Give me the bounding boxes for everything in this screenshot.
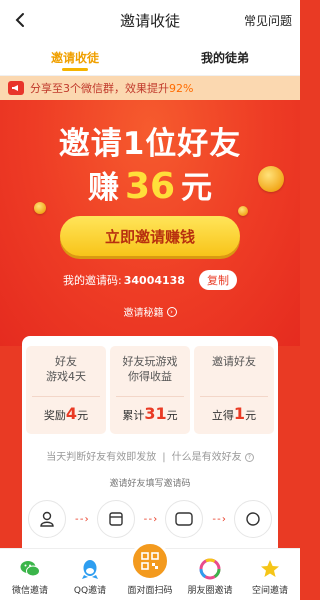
copy-button[interactable]: 复制	[198, 270, 237, 290]
steps-title: 邀请好友填写邀请码	[109, 479, 191, 489]
rules-row: 当天判断好友有效即发放 | 什么是有效好友 ?	[22, 448, 278, 463]
chat-icon	[165, 500, 204, 538]
reward-value: 累计31元	[110, 404, 190, 423]
valid-friend-link[interactable]: 什么是有效好友	[172, 452, 242, 463]
reward-amount: 31	[144, 404, 167, 423]
invite-code-label: 我的邀请码:	[63, 274, 122, 287]
notice-prefix: 分享至3个微信群，效果提升	[30, 82, 169, 95]
app-icon	[96, 500, 135, 538]
reward-prefix: 立得	[211, 409, 234, 422]
share-label: 面对面扫码	[127, 586, 173, 596]
share-label: 微信邀请	[11, 586, 48, 596]
chevron-right-icon: ›	[166, 306, 177, 317]
share-moments[interactable]: 朋友圈邀请	[180, 558, 240, 596]
share-label: QQ邀请	[73, 586, 107, 596]
reward-amount: 4	[65, 404, 78, 423]
rule-text: 当天判断好友有效即发放	[46, 452, 157, 463]
notice-percent: 92%	[169, 82, 194, 95]
rewards-panel: 好友 游戏4天 奖励4元 好友玩游戏 你得收益 累计31元 邀请好友 立得1元 …	[22, 336, 278, 550]
reward-card: 好友玩游戏 你得收益 累计31元	[110, 346, 190, 434]
arrow-right-icon: - - ›	[212, 513, 226, 525]
share-qr-scan[interactable]: 面对面扫码	[120, 541, 180, 596]
share-label: 朋友圈邀请	[187, 586, 233, 596]
invite-code-value: 34004138	[123, 273, 185, 287]
earn-amount: 36	[124, 166, 176, 207]
invite-tips-link[interactable]: 邀请秘籍 ›	[0, 304, 300, 319]
wechat-icon	[19, 558, 41, 580]
tab-invite[interactable]: 邀请收徒	[0, 40, 150, 75]
invite-code-row: 我的邀请码: 34004138 复制	[0, 270, 300, 290]
hero-banner: 分享至3个微信群，效果提升92% 邀请1位好友 赚 36 元 立即邀请赚钱 我的邀请…	[0, 76, 300, 346]
circle-icon	[233, 500, 272, 538]
reward-card: 邀请好友 立得1元	[194, 346, 274, 434]
separator: |	[162, 452, 166, 463]
reward-desc: 邀请好友	[212, 355, 256, 368]
question-icon[interactable]: ?	[244, 453, 254, 462]
invite-steps: - - › - - › - - ›	[28, 500, 272, 538]
faq-link[interactable]: 常见问题	[244, 12, 292, 29]
earn-suffix: 元	[181, 170, 213, 206]
divider	[116, 396, 184, 397]
reward-desc: 好友玩游戏 你得收益	[122, 355, 178, 383]
share-bar: 微信邀请 QQ邀请 面对面扫码 朋友圈邀请 空间邀请	[0, 541, 300, 600]
arrow-right-icon: - - ›	[75, 513, 89, 525]
share-wechat[interactable]: 微信邀请	[0, 558, 60, 596]
reward-desc: 好友 游戏4天	[46, 355, 86, 383]
tab-bar: 邀请收徒 我的徒弟	[0, 40, 300, 76]
qq-icon	[79, 558, 101, 580]
reward-prefix: 奖励	[43, 409, 66, 422]
invite-now-button[interactable]: 立即邀请赚钱	[60, 216, 240, 256]
hero-earn-line: 赚 36 元	[0, 162, 300, 207]
reward-unit: 元	[245, 409, 257, 422]
tab-my-apprentices[interactable]: 我的徒弟	[150, 40, 300, 75]
back-button[interactable]	[6, 6, 34, 34]
reward-amount: 1	[233, 404, 246, 423]
qr-scan-icon	[130, 541, 170, 581]
reward-card: 好友 游戏4天 奖励4元	[26, 346, 106, 434]
earn-prefix: 赚	[87, 170, 119, 206]
moments-icon	[199, 558, 221, 580]
reward-value: 立得1元	[194, 404, 274, 423]
reward-unit: 元	[77, 409, 89, 422]
hero-headline: 邀请1位好友	[58, 126, 242, 162]
notice-bar: 分享至3个微信群，效果提升92%	[0, 76, 300, 100]
qzone-star-icon	[259, 558, 281, 580]
arrow-right-icon: - - ›	[143, 513, 158, 525]
top-header: 邀请收徒 常见问题	[0, 0, 300, 40]
reward-value: 奖励4元	[26, 404, 106, 423]
divider	[200, 396, 268, 397]
megaphone-icon	[8, 81, 24, 95]
share-label: 空间邀请	[251, 586, 288, 596]
reward-prefix: 累计	[122, 409, 145, 422]
invite-tips-label: 邀请秘籍	[123, 308, 164, 319]
share-qzone[interactable]: 空间邀请	[240, 558, 300, 596]
coin-icon	[238, 206, 248, 216]
divider	[32, 396, 100, 397]
notice-text: 分享至3个微信群，效果提升92%	[30, 80, 193, 96]
back-arrow-icon	[15, 13, 24, 27]
reward-cards: 好友 游戏4天 奖励4元 好友玩游戏 你得收益 累计31元 邀请好友 立得1元	[26, 346, 274, 434]
page-title: 邀请收徒	[119, 11, 180, 30]
user-icon	[28, 500, 66, 538]
reward-unit: 元	[166, 409, 178, 422]
share-qq[interactable]: QQ邀请	[60, 558, 120, 596]
